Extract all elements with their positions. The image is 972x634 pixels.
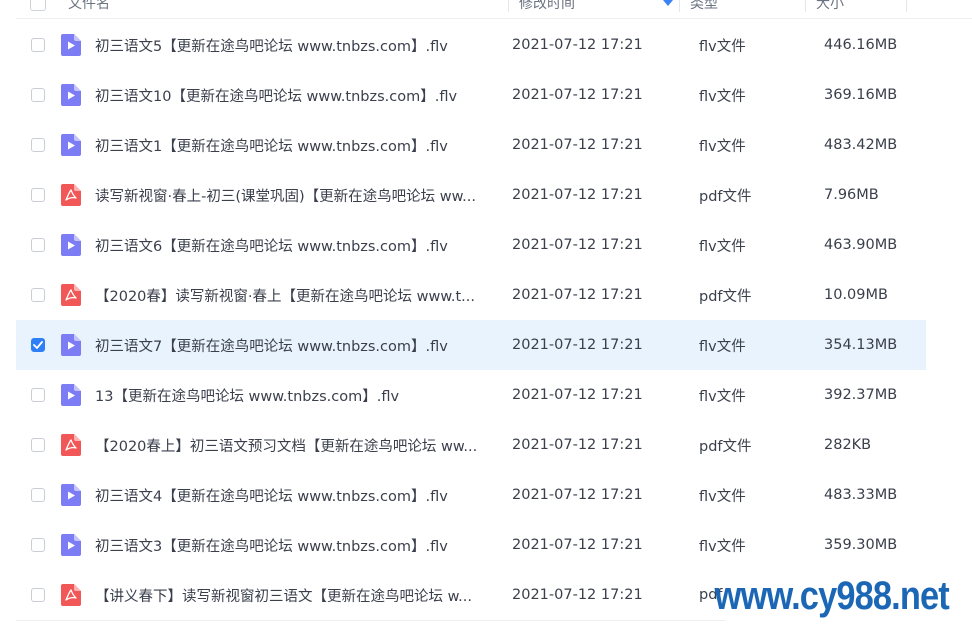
video-file-icon <box>61 334 81 356</box>
file-modified-time: 2021-07-12 17:21 <box>512 437 643 453</box>
file-name[interactable]: 初三语文1【更新在途鸟吧论坛 www.tnbzs.com】.flv <box>95 135 495 156</box>
file-name[interactable]: 【2020春】读写新视窗·春上【更新在途鸟吧论坛 www.t... <box>95 285 495 306</box>
file-name[interactable]: 13【更新在途鸟吧论坛 www.tnbzs.com】.flv <box>95 385 495 406</box>
file-type: flv文件 <box>699 338 746 355</box>
file-size: 354.13MB <box>824 337 898 353</box>
column-header-size[interactable]: 大小 <box>806 0 906 13</box>
file-list-view: 文件名 修改时间 类型 大小 初三语文5【更新在途鸟吧论坛 www.tnbzs.… <box>0 0 972 634</box>
sort-desc-icon[interactable] <box>663 0 673 6</box>
file-size: 446.16MB <box>824 37 898 53</box>
video-file-icon <box>61 384 81 406</box>
file-name[interactable]: 初三语文10【更新在途鸟吧论坛 www.tnbzs.com】.flv <box>95 85 495 106</box>
column-header-type[interactable]: 类型 <box>680 0 805 13</box>
file-modified-time: 2021-07-12 17:21 <box>512 537 643 553</box>
file-size: 10.09MB <box>824 287 888 303</box>
file-name[interactable]: 【讲义春下】读写新视窗初三语文【更新在途鸟吧论坛 w... <box>95 585 495 606</box>
file-size: 369.16MB <box>824 87 898 103</box>
file-row-checkbox[interactable] <box>31 488 45 502</box>
file-modified-time: 2021-07-12 17:21 <box>512 137 643 153</box>
column-divider <box>906 0 907 12</box>
file-row-checkbox[interactable] <box>31 238 45 252</box>
file-row[interactable]: 初三语文5【更新在途鸟吧论坛 www.tnbzs.com】.flv 2021-07… <box>16 20 926 70</box>
file-modified-time: 2021-07-12 17:21 <box>512 37 643 53</box>
file-row[interactable]: 【2020春上】初三语文预习文档【更新在途鸟吧论坛 ww... 2021-07-1… <box>16 420 926 470</box>
file-row[interactable]: 初三语文1【更新在途鸟吧论坛 www.tnbzs.com】.flv 2021-07… <box>16 120 926 170</box>
column-header-time[interactable]: 修改时间 <box>509 0 679 13</box>
file-modified-time: 2021-07-12 17:21 <box>512 337 643 353</box>
file-type: pdf文件 <box>699 288 752 305</box>
file-size: 483.42MB <box>824 137 898 153</box>
file-list-rows: 初三语文5【更新在途鸟吧论坛 www.tnbzs.com】.flv 2021-07… <box>16 20 926 620</box>
file-name[interactable]: 初三语文5【更新在途鸟吧论坛 www.tnbzs.com】.flv <box>95 35 495 56</box>
file-name[interactable]: 初三语文6【更新在途鸟吧论坛 www.tnbzs.com】.flv <box>95 235 495 256</box>
file-list-header: 文件名 修改时间 类型 大小 <box>16 0 972 19</box>
file-type: flv文件 <box>699 138 746 155</box>
file-row-checkbox[interactable] <box>31 538 45 552</box>
file-size: 483.33MB <box>824 487 898 503</box>
video-file-icon <box>61 534 81 556</box>
watermark-text: www.cy988.net <box>715 566 950 626</box>
file-type: flv文件 <box>699 38 746 55</box>
file-row[interactable]: 初三语文4【更新在途鸟吧论坛 www.tnbzs.com】.flv 2021-07… <box>16 470 926 520</box>
file-row-checkbox[interactable] <box>31 588 45 602</box>
file-modified-time: 2021-07-12 17:21 <box>512 487 643 503</box>
pdf-file-icon <box>61 584 81 606</box>
column-header-name[interactable]: 文件名 <box>68 0 508 13</box>
file-modified-time: 2021-07-12 17:21 <box>512 587 643 603</box>
file-modified-time: 2021-07-12 17:21 <box>512 87 643 103</box>
pdf-file-icon <box>61 184 81 206</box>
file-row-checkbox[interactable] <box>31 438 45 452</box>
file-name[interactable]: 初三语文4【更新在途鸟吧论坛 www.tnbzs.com】.flv <box>95 485 495 506</box>
file-modified-time: 2021-07-12 17:21 <box>512 237 643 253</box>
file-row-checkbox[interactable] <box>31 88 45 102</box>
select-all-checkbox[interactable] <box>30 0 46 11</box>
column-header-time-label: 修改时间 <box>519 0 575 12</box>
file-type: pdf文件 <box>699 188 752 205</box>
file-row[interactable]: 初三语文7【更新在途鸟吧论坛 www.tnbzs.com】.flv 2021-07… <box>16 320 926 370</box>
file-row[interactable]: 初三语文6【更新在途鸟吧论坛 www.tnbzs.com】.flv 2021-07… <box>16 220 926 270</box>
file-modified-time: 2021-07-12 17:21 <box>512 387 643 403</box>
file-row[interactable]: 初三语文3【更新在途鸟吧论坛 www.tnbzs.com】.flv 2021-07… <box>16 520 926 570</box>
file-type: flv文件 <box>699 88 746 105</box>
file-row-checkbox[interactable] <box>31 338 45 352</box>
video-file-icon <box>61 234 81 256</box>
file-row-checkbox[interactable] <box>31 38 45 52</box>
file-size: 282KB <box>824 437 872 453</box>
file-size: 7.96MB <box>824 187 879 203</box>
video-file-icon <box>61 134 81 156</box>
pdf-file-icon <box>61 434 81 456</box>
file-name[interactable]: 【2020春上】初三语文预习文档【更新在途鸟吧论坛 ww... <box>95 435 495 456</box>
file-name[interactable]: 初三语文7【更新在途鸟吧论坛 www.tnbzs.com】.flv <box>95 335 495 356</box>
file-size: 463.90MB <box>824 237 898 253</box>
file-row-checkbox[interactable] <box>31 188 45 202</box>
file-type: flv文件 <box>699 388 746 405</box>
video-file-icon <box>61 84 81 106</box>
file-name[interactable]: 初三语文3【更新在途鸟吧论坛 www.tnbzs.com】.flv <box>95 535 495 556</box>
file-type: flv文件 <box>699 488 746 505</box>
file-type: flv文件 <box>699 238 746 255</box>
file-name[interactable]: 读写新视窗·春上-初三(课堂巩固)【更新在途鸟吧论坛 ww... <box>95 185 495 206</box>
file-row[interactable]: 初三语文10【更新在途鸟吧论坛 www.tnbzs.com】.flv 2021-0… <box>16 70 926 120</box>
file-size: 359.30MB <box>824 537 898 553</box>
file-modified-time: 2021-07-12 17:21 <box>512 287 643 303</box>
file-type: flv文件 <box>699 538 746 555</box>
file-row[interactable]: 13【更新在途鸟吧论坛 www.tnbzs.com】.flv 2021-07-12… <box>16 370 926 420</box>
file-type: pdf文件 <box>699 438 752 455</box>
file-row[interactable]: 读写新视窗·春上-初三(课堂巩固)【更新在途鸟吧论坛 ww... 2021-07-… <box>16 170 926 220</box>
list-bottom-divider <box>16 620 726 621</box>
video-file-icon <box>61 484 81 506</box>
file-modified-time: 2021-07-12 17:21 <box>512 187 643 203</box>
pdf-file-icon <box>61 284 81 306</box>
video-file-icon <box>61 34 81 56</box>
file-row[interactable]: 【2020春】读写新视窗·春上【更新在途鸟吧论坛 www.t... 2021-07… <box>16 270 926 320</box>
file-row-checkbox[interactable] <box>31 388 45 402</box>
file-row-checkbox[interactable] <box>31 138 45 152</box>
file-row-checkbox[interactable] <box>31 288 45 302</box>
file-size: 392.37MB <box>824 387 898 403</box>
